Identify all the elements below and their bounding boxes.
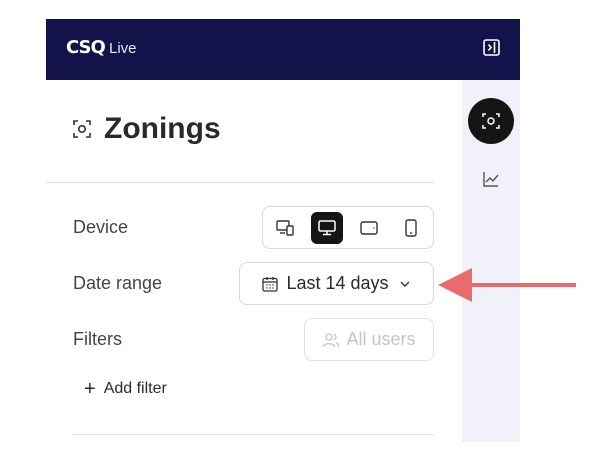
user-filter-value: All users (346, 329, 416, 349)
divider (46, 182, 434, 183)
device-selector (262, 206, 434, 249)
device-mobile-button[interactable] (395, 212, 427, 244)
add-filter-label: Add filter (103, 380, 167, 397)
device-desktop-button[interactable] (311, 211, 343, 244)
device-label: Device (73, 217, 129, 237)
top-header: CSQ Live (46, 19, 520, 80)
multi-device-icon (276, 219, 294, 236)
date-range-value: Last 14 days (286, 273, 389, 293)
plus-icon: + (84, 378, 96, 400)
brand-suffix: Live (109, 40, 137, 57)
calendar-icon (262, 276, 279, 292)
page-title: Zonings (104, 112, 221, 145)
date-range-dropdown[interactable]: Last 14 days (239, 262, 434, 305)
page-title-row: Zonings (72, 112, 221, 146)
annotation-arrow-icon (438, 268, 576, 302)
divider (72, 434, 434, 435)
zoning-icon (482, 113, 500, 129)
add-filter-button[interactable]: + Add filter (84, 379, 167, 399)
rail-zoning-button[interactable] (468, 98, 514, 144)
zoning-icon (73, 120, 91, 138)
mobile-icon (405, 218, 417, 237)
filters-label: Filters (73, 329, 122, 349)
tablet-icon (360, 220, 378, 235)
brand-logo: CSQ (66, 37, 106, 58)
device-tablet-button[interactable] (353, 212, 385, 244)
date-range-label: Date range (73, 273, 163, 293)
chevron-down-icon (400, 281, 410, 287)
line-chart-icon[interactable] (482, 170, 500, 188)
desktop-icon (318, 219, 336, 235)
right-rail (462, 80, 520, 442)
users-icon (323, 332, 340, 347)
user-filter-button[interactable]: All users (304, 318, 434, 361)
collapse-panel-icon[interactable] (483, 39, 500, 56)
device-all-button[interactable] (269, 212, 301, 244)
